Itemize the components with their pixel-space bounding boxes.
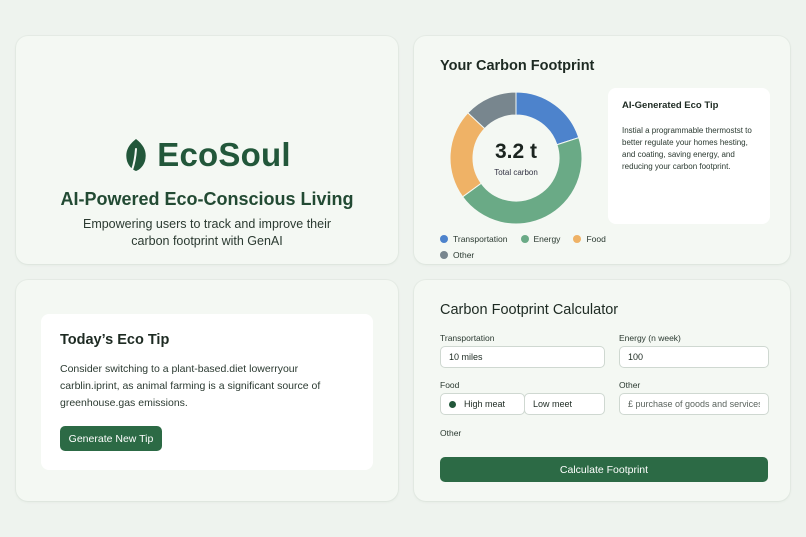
donut-center: 3.2 t Total carbon bbox=[450, 92, 582, 224]
brand-logo: EcoSoul bbox=[16, 136, 398, 174]
eco-tip-title: Today’s Eco Tip bbox=[60, 332, 170, 348]
transportation-input[interactable] bbox=[440, 346, 605, 368]
food-option-label: High meat bbox=[464, 399, 506, 409]
legend-label: Transportation bbox=[453, 234, 508, 244]
legend-item-other: Other bbox=[440, 250, 474, 260]
other-label-secondary: Other bbox=[440, 428, 462, 438]
legend-swatch bbox=[573, 235, 582, 243]
footprint-title: Your Carbon Footprint bbox=[440, 58, 595, 74]
generate-tip-button[interactable]: Generate New Tip bbox=[60, 426, 162, 451]
legend-item-transportation: Transportation bbox=[440, 234, 508, 244]
food-option-low-meat[interactable]: Low meet bbox=[524, 393, 605, 415]
calculate-footprint-button[interactable]: Calculate Footprint bbox=[440, 457, 768, 482]
brand-tagline: AI-Powered Eco-Conscious Living bbox=[60, 189, 354, 209]
brand-description: Empowering users to track and improve th… bbox=[82, 217, 332, 248]
other-input[interactable] bbox=[619, 393, 769, 415]
eco-tip-text: Consider switching to a plant-based.diet… bbox=[60, 363, 321, 409]
calculator-card: Carbon Footprint Calculator Transportati… bbox=[414, 280, 790, 501]
ai-tip-panel: AI-Generated Eco Tip Instial a programma… bbox=[608, 88, 770, 224]
legend-label: Food bbox=[586, 234, 606, 244]
energy-label: Energy (n week) bbox=[619, 333, 681, 343]
total-carbon-label: Total carbon bbox=[494, 167, 538, 177]
chart-legend: Transportation Energy Food Other bbox=[440, 234, 620, 260]
eco-tip-card: Today’s Eco Tip Consider switching to a … bbox=[16, 280, 398, 501]
food-option-label: Low meet bbox=[533, 399, 573, 409]
footprint-card: Your Carbon Footprint 3.2 t Total carbon… bbox=[414, 36, 790, 264]
brand-card: EcoSoul AI-Powered Eco-Conscious Living … bbox=[16, 36, 398, 264]
brand-name: EcoSoul bbox=[157, 136, 291, 173]
legend-swatch bbox=[520, 235, 529, 243]
legend-item-energy: Energy bbox=[520, 234, 561, 244]
legend-label: Other bbox=[453, 250, 475, 260]
legend-swatch bbox=[440, 251, 448, 259]
total-carbon-value: 3.2 t bbox=[494, 139, 538, 163]
food-label: Food bbox=[440, 380, 460, 390]
calculator-title: Carbon Footprint Calculator bbox=[440, 302, 619, 318]
selected-radio-icon bbox=[449, 400, 456, 408]
ai-tip-text: Instial a programmable thermostst to bet… bbox=[622, 126, 752, 171]
legend-item-food: Food bbox=[573, 234, 606, 244]
legend-swatch bbox=[440, 235, 448, 243]
other-label: Other bbox=[619, 380, 641, 390]
legend-label: Energy bbox=[533, 234, 561, 244]
food-option-high-meat[interactable]: High meat bbox=[440, 393, 525, 415]
leaf-icon bbox=[126, 139, 146, 171]
ai-tip-title: AI-Generated Eco Tip bbox=[622, 100, 719, 111]
energy-input[interactable] bbox=[619, 346, 769, 368]
eco-tip-panel: Today’s Eco Tip Consider switching to a … bbox=[41, 314, 373, 470]
transportation-label: Transportation bbox=[440, 333, 495, 343]
